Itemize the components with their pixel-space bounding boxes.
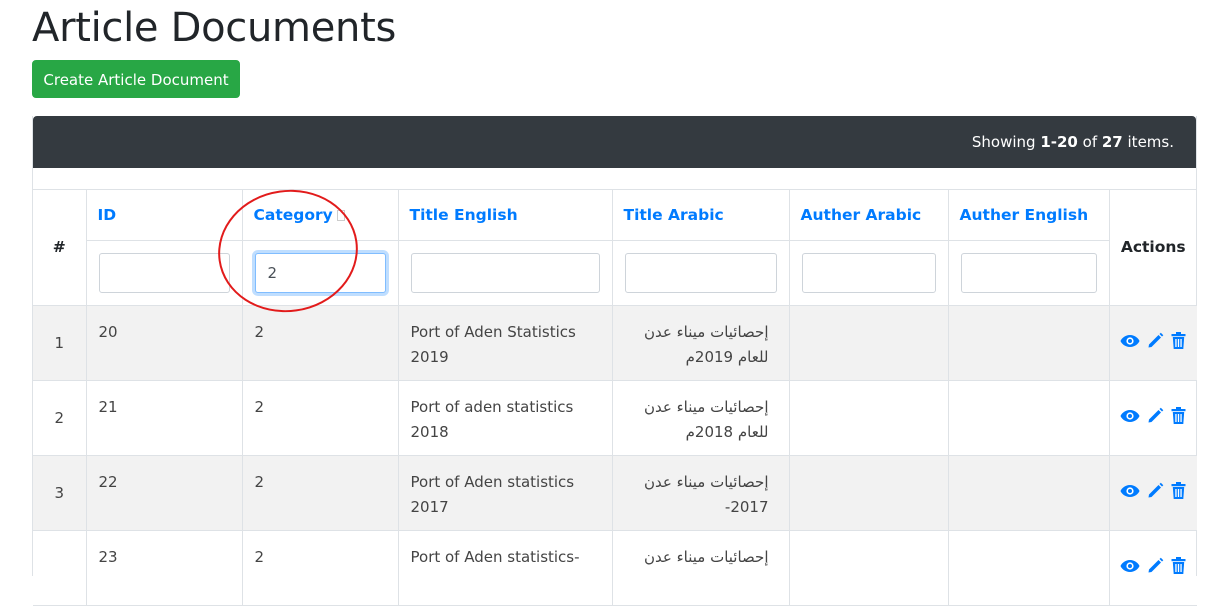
filter-cell-auther-english bbox=[947, 239, 1109, 306]
column-header-id: ID bbox=[85, 190, 243, 241]
cell-id: 21 bbox=[85, 379, 243, 456]
sort-link-category[interactable]: Category bbox=[254, 206, 333, 224]
filter-cell-category bbox=[241, 239, 399, 306]
sort-link-auther-english[interactable]: Auther English bbox=[960, 206, 1089, 224]
row-actions bbox=[1108, 304, 1197, 381]
cell-category: 2 bbox=[241, 454, 399, 531]
cell-auther-english bbox=[947, 454, 1110, 531]
page-title: Article Documents bbox=[32, 5, 397, 51]
cell-title-arabic: إحصائيات ميناء عدن للعام 2019م bbox=[611, 304, 790, 381]
cell-auther-arabic bbox=[788, 529, 949, 606]
summary-prefix: Showing bbox=[971, 133, 1041, 151]
documents-table: # ID Category Title English Title Arabic… bbox=[33, 190, 1197, 606]
row-actions bbox=[1108, 454, 1197, 531]
trash-icon[interactable] bbox=[1171, 332, 1186, 353]
cell-auther-english bbox=[947, 304, 1110, 381]
sort-link-title-arabic[interactable]: Title Arabic bbox=[624, 206, 724, 224]
summary-range: 1-20 bbox=[1040, 133, 1078, 151]
cell-title-arabic: إحصائيات ميناء عدن للعام 2018م bbox=[611, 379, 790, 456]
grid-summary: Showing 1-20 of 27 items. bbox=[33, 116, 1196, 168]
cell-category: 2 bbox=[241, 529, 399, 606]
filter-cell-title-english bbox=[397, 239, 613, 306]
filter-cell-id bbox=[86, 239, 243, 306]
row-number: 2 bbox=[33, 379, 87, 456]
cell-title-arabic: إحصائيات ميناء عدن 2017- bbox=[611, 454, 790, 531]
column-header-auther-arabic: Auther Arabic bbox=[788, 190, 949, 241]
trash-icon[interactable] bbox=[1171, 407, 1186, 428]
table-row: 1 20 2 Port of Aden Statistics 2019 إحصا… bbox=[33, 304, 1197, 381]
cell-auther-english bbox=[947, 529, 1110, 606]
summary-suffix: items. bbox=[1122, 133, 1174, 151]
cell-auther-arabic bbox=[788, 379, 949, 456]
eye-icon[interactable] bbox=[1120, 559, 1140, 577]
filter-cell-auther-arabic bbox=[788, 239, 949, 306]
pencil-icon[interactable] bbox=[1147, 332, 1164, 353]
cell-id: 20 bbox=[85, 304, 243, 381]
filter-input-id[interactable] bbox=[98, 252, 230, 293]
filter-input-auther-english[interactable] bbox=[960, 252, 1097, 293]
row-number bbox=[33, 529, 87, 606]
cell-category: 2 bbox=[241, 304, 399, 381]
cell-title-english: Port of Aden statistics- bbox=[397, 529, 613, 606]
filter-input-title-english[interactable] bbox=[410, 252, 600, 293]
trash-icon[interactable] bbox=[1171, 557, 1186, 578]
row-number-header: # bbox=[33, 190, 87, 306]
pencil-icon[interactable] bbox=[1147, 557, 1164, 578]
cell-auther-english bbox=[947, 379, 1110, 456]
column-header-category: Category bbox=[241, 190, 399, 241]
row-actions bbox=[1108, 379, 1197, 456]
actions-header: Actions bbox=[1108, 190, 1197, 306]
cell-id: 23 bbox=[85, 529, 243, 606]
row-actions bbox=[1108, 529, 1197, 606]
cell-id: 22 bbox=[85, 454, 243, 531]
article-documents-grid: Showing 1-20 of 27 items. # ID Category … bbox=[32, 116, 1197, 606]
table-body: 1 20 2 Port of Aden Statistics 2019 إحصا… bbox=[33, 304, 1197, 606]
filter-input-category[interactable] bbox=[254, 252, 386, 293]
eye-icon[interactable] bbox=[1120, 484, 1140, 502]
filter-cell-title-arabic bbox=[611, 239, 790, 306]
cell-title-english: Port of Aden statistics 2017 bbox=[397, 454, 613, 531]
table-row: 23 2 Port of Aden statistics- إحصائيات م… bbox=[33, 529, 1197, 606]
cell-title-arabic: إحصائيات ميناء عدن bbox=[611, 529, 790, 606]
sort-link-title-english[interactable]: Title English bbox=[410, 206, 518, 224]
create-article-document-button[interactable]: Create Article Document bbox=[32, 60, 240, 98]
summary-total: 27 bbox=[1101, 133, 1123, 151]
grid-spacer bbox=[33, 168, 1196, 190]
row-number: 3 bbox=[33, 454, 87, 531]
cell-title-english: Port of Aden Statistics 2019 bbox=[397, 304, 613, 381]
cell-auther-arabic bbox=[788, 304, 949, 381]
row-number: 1 bbox=[33, 304, 87, 381]
column-header-title-arabic: Title Arabic bbox=[611, 190, 790, 241]
pencil-icon[interactable] bbox=[1147, 407, 1164, 428]
filter-input-auther-arabic[interactable] bbox=[801, 252, 936, 293]
cell-category: 2 bbox=[241, 379, 399, 456]
column-header-auther-english: Auther English bbox=[947, 190, 1110, 241]
table-row: 2 21 2 Port of aden statistics 2018 إحصا… bbox=[33, 379, 1197, 456]
filter-input-title-arabic[interactable] bbox=[624, 252, 777, 293]
column-header-title-english: Title English bbox=[397, 190, 613, 241]
sort-link-auther-arabic[interactable]: Auther Arabic bbox=[801, 206, 922, 224]
sort-link-id[interactable]: ID bbox=[98, 206, 117, 224]
table-row: 3 22 2 Port of Aden statistics 2017 إحصا… bbox=[33, 454, 1197, 531]
summary-middle: of bbox=[1077, 133, 1102, 151]
eye-icon[interactable] bbox=[1120, 409, 1140, 427]
pencil-icon[interactable] bbox=[1147, 482, 1164, 503]
cell-title-english: Port of aden statistics 2018 bbox=[397, 379, 613, 456]
eye-icon[interactable] bbox=[1120, 334, 1140, 352]
cell-auther-arabic bbox=[788, 454, 949, 531]
trash-icon[interactable] bbox=[1171, 482, 1186, 503]
sort-icon bbox=[336, 209, 345, 221]
